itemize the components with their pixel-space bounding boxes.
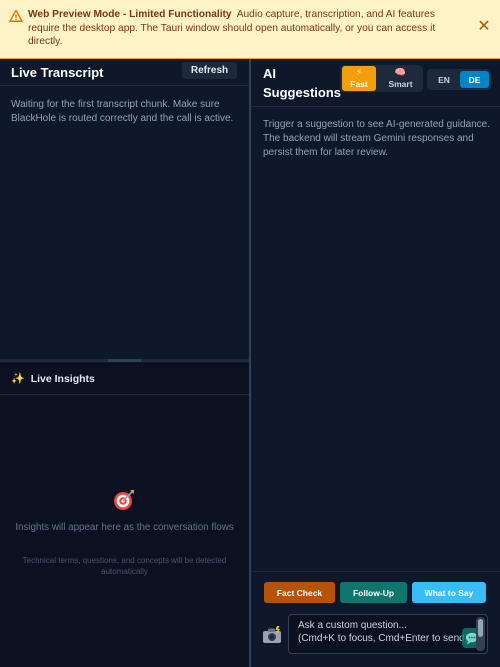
mode-fast-button[interactable]: ⚡ Fast [342,66,376,91]
panel-resize-handle[interactable] [0,359,249,362]
right-panel: AI Suggestions ⚡ Fast 🧠 Smart EN DE Trig… [251,59,500,667]
insights-empty-subtext: Technical terms, questions, and concepts… [22,556,227,576]
lightning-icon: ⚡ [355,67,363,77]
question-scrollbar[interactable] [476,617,485,651]
left-panel: Live Transcript Refresh Waiting for the … [0,59,249,667]
insights-body: Insights will appear here as the convers… [0,396,249,667]
language-en-button[interactable]: EN [429,71,459,88]
insights-empty-message: Insights will appear here as the convers… [15,522,234,533]
sparkles-icon: ✨ [11,373,25,385]
scrollbar-thumb[interactable] [478,619,483,637]
warning-triangle-icon [9,9,23,22]
resize-grip[interactable] [108,359,141,362]
banner-title: Web Preview Mode - Limited Functionality [28,9,232,20]
follow-up-button[interactable]: Follow-Up [340,582,407,603]
close-icon[interactable]: ✕ [477,19,491,35]
refresh-button[interactable]: Refresh [182,62,237,79]
transcript-header: Live Transcript Refresh [0,59,249,86]
transcript-title: Live Transcript [11,64,104,80]
fact-check-button[interactable]: Fact Check [264,582,335,603]
mode-smart-button[interactable]: 🧠 Smart [380,66,421,91]
transcript-empty-message: Waiting for the first transcript chunk. … [11,99,234,124]
suggestions-footer: Fact Check Follow-Up What to Say [251,571,500,667]
insights-title: Live Insights [30,372,95,385]
insights-header: ✨ Live Insights [0,363,249,395]
language-toggle: EN DE [427,69,491,90]
what-to-say-button[interactable]: What to Say [412,582,486,603]
suggestions-title: AI Suggestions [263,66,342,100]
mode-smart-label: Smart [388,79,413,89]
banner-text: Web Preview Mode - Limited Functionality… [28,8,468,49]
brain-icon: 🧠 [394,67,407,77]
mode-toggle: ⚡ Fast 🧠 Smart [340,65,423,92]
web-preview-banner: Web Preview Mode - Limited Functionality… [0,0,500,59]
suggestions-empty-message: Trigger a suggestion to see AI-generated… [263,119,491,158]
language-de-button[interactable]: DE [460,71,489,88]
camera-flash-icon[interactable] [262,626,282,644]
suggestions-header: AI Suggestions ⚡ Fast 🧠 Smart EN DE [251,59,500,107]
custom-question-input[interactable] [289,615,474,653]
mode-fast-label: Fast [350,79,368,89]
target-icon [114,490,134,510]
custom-question-box [288,614,488,654]
